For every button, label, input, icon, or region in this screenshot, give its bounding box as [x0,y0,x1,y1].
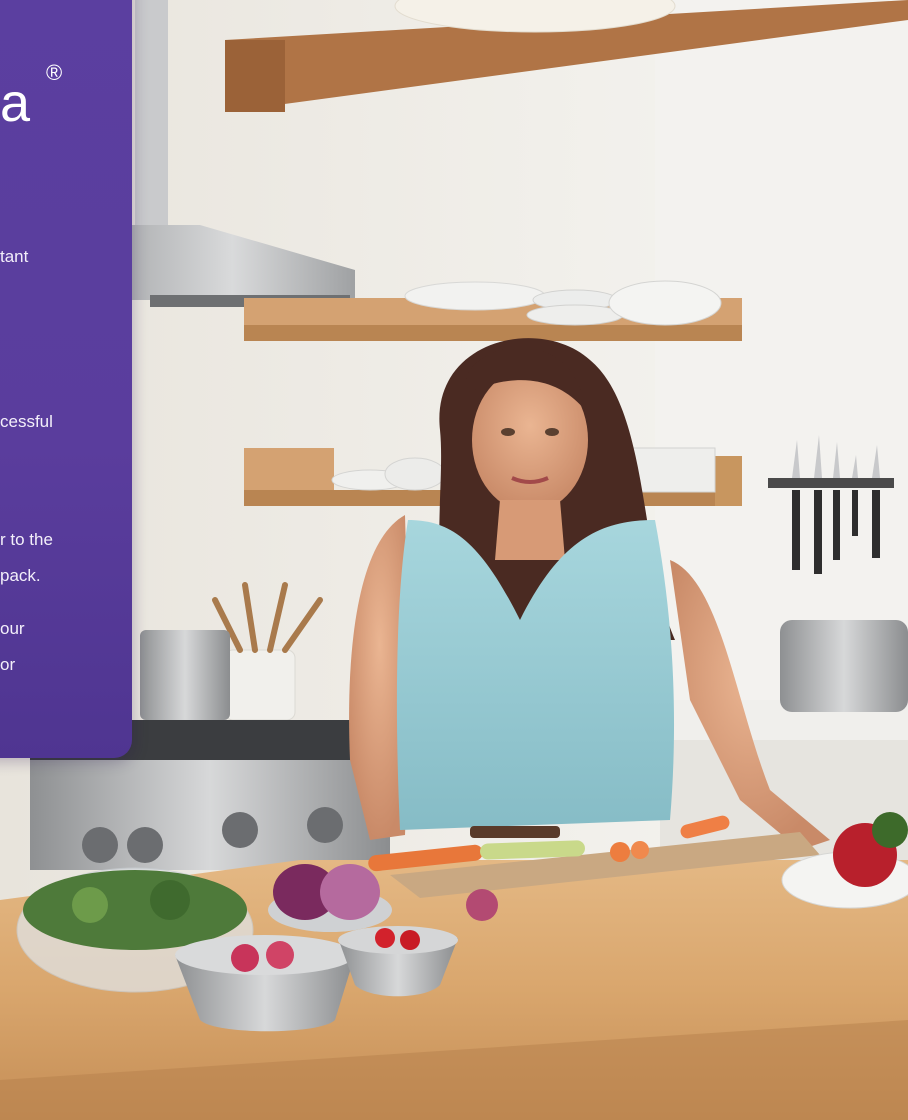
brand-wordmark: a [0,73,32,133]
kitchen-photo [0,0,908,1120]
panel-text-line: r to the [0,530,53,549]
registered-mark: ® [46,60,63,85]
panel-text-line: our [0,619,25,638]
panel-text-line: pack. [0,566,41,585]
panel-text-line: or [0,655,16,674]
info-panel: a ® tant cessful r to the pack. our or [0,0,132,758]
panel-text-line: cessful [0,412,53,431]
panel-text-line: tant [0,247,29,266]
